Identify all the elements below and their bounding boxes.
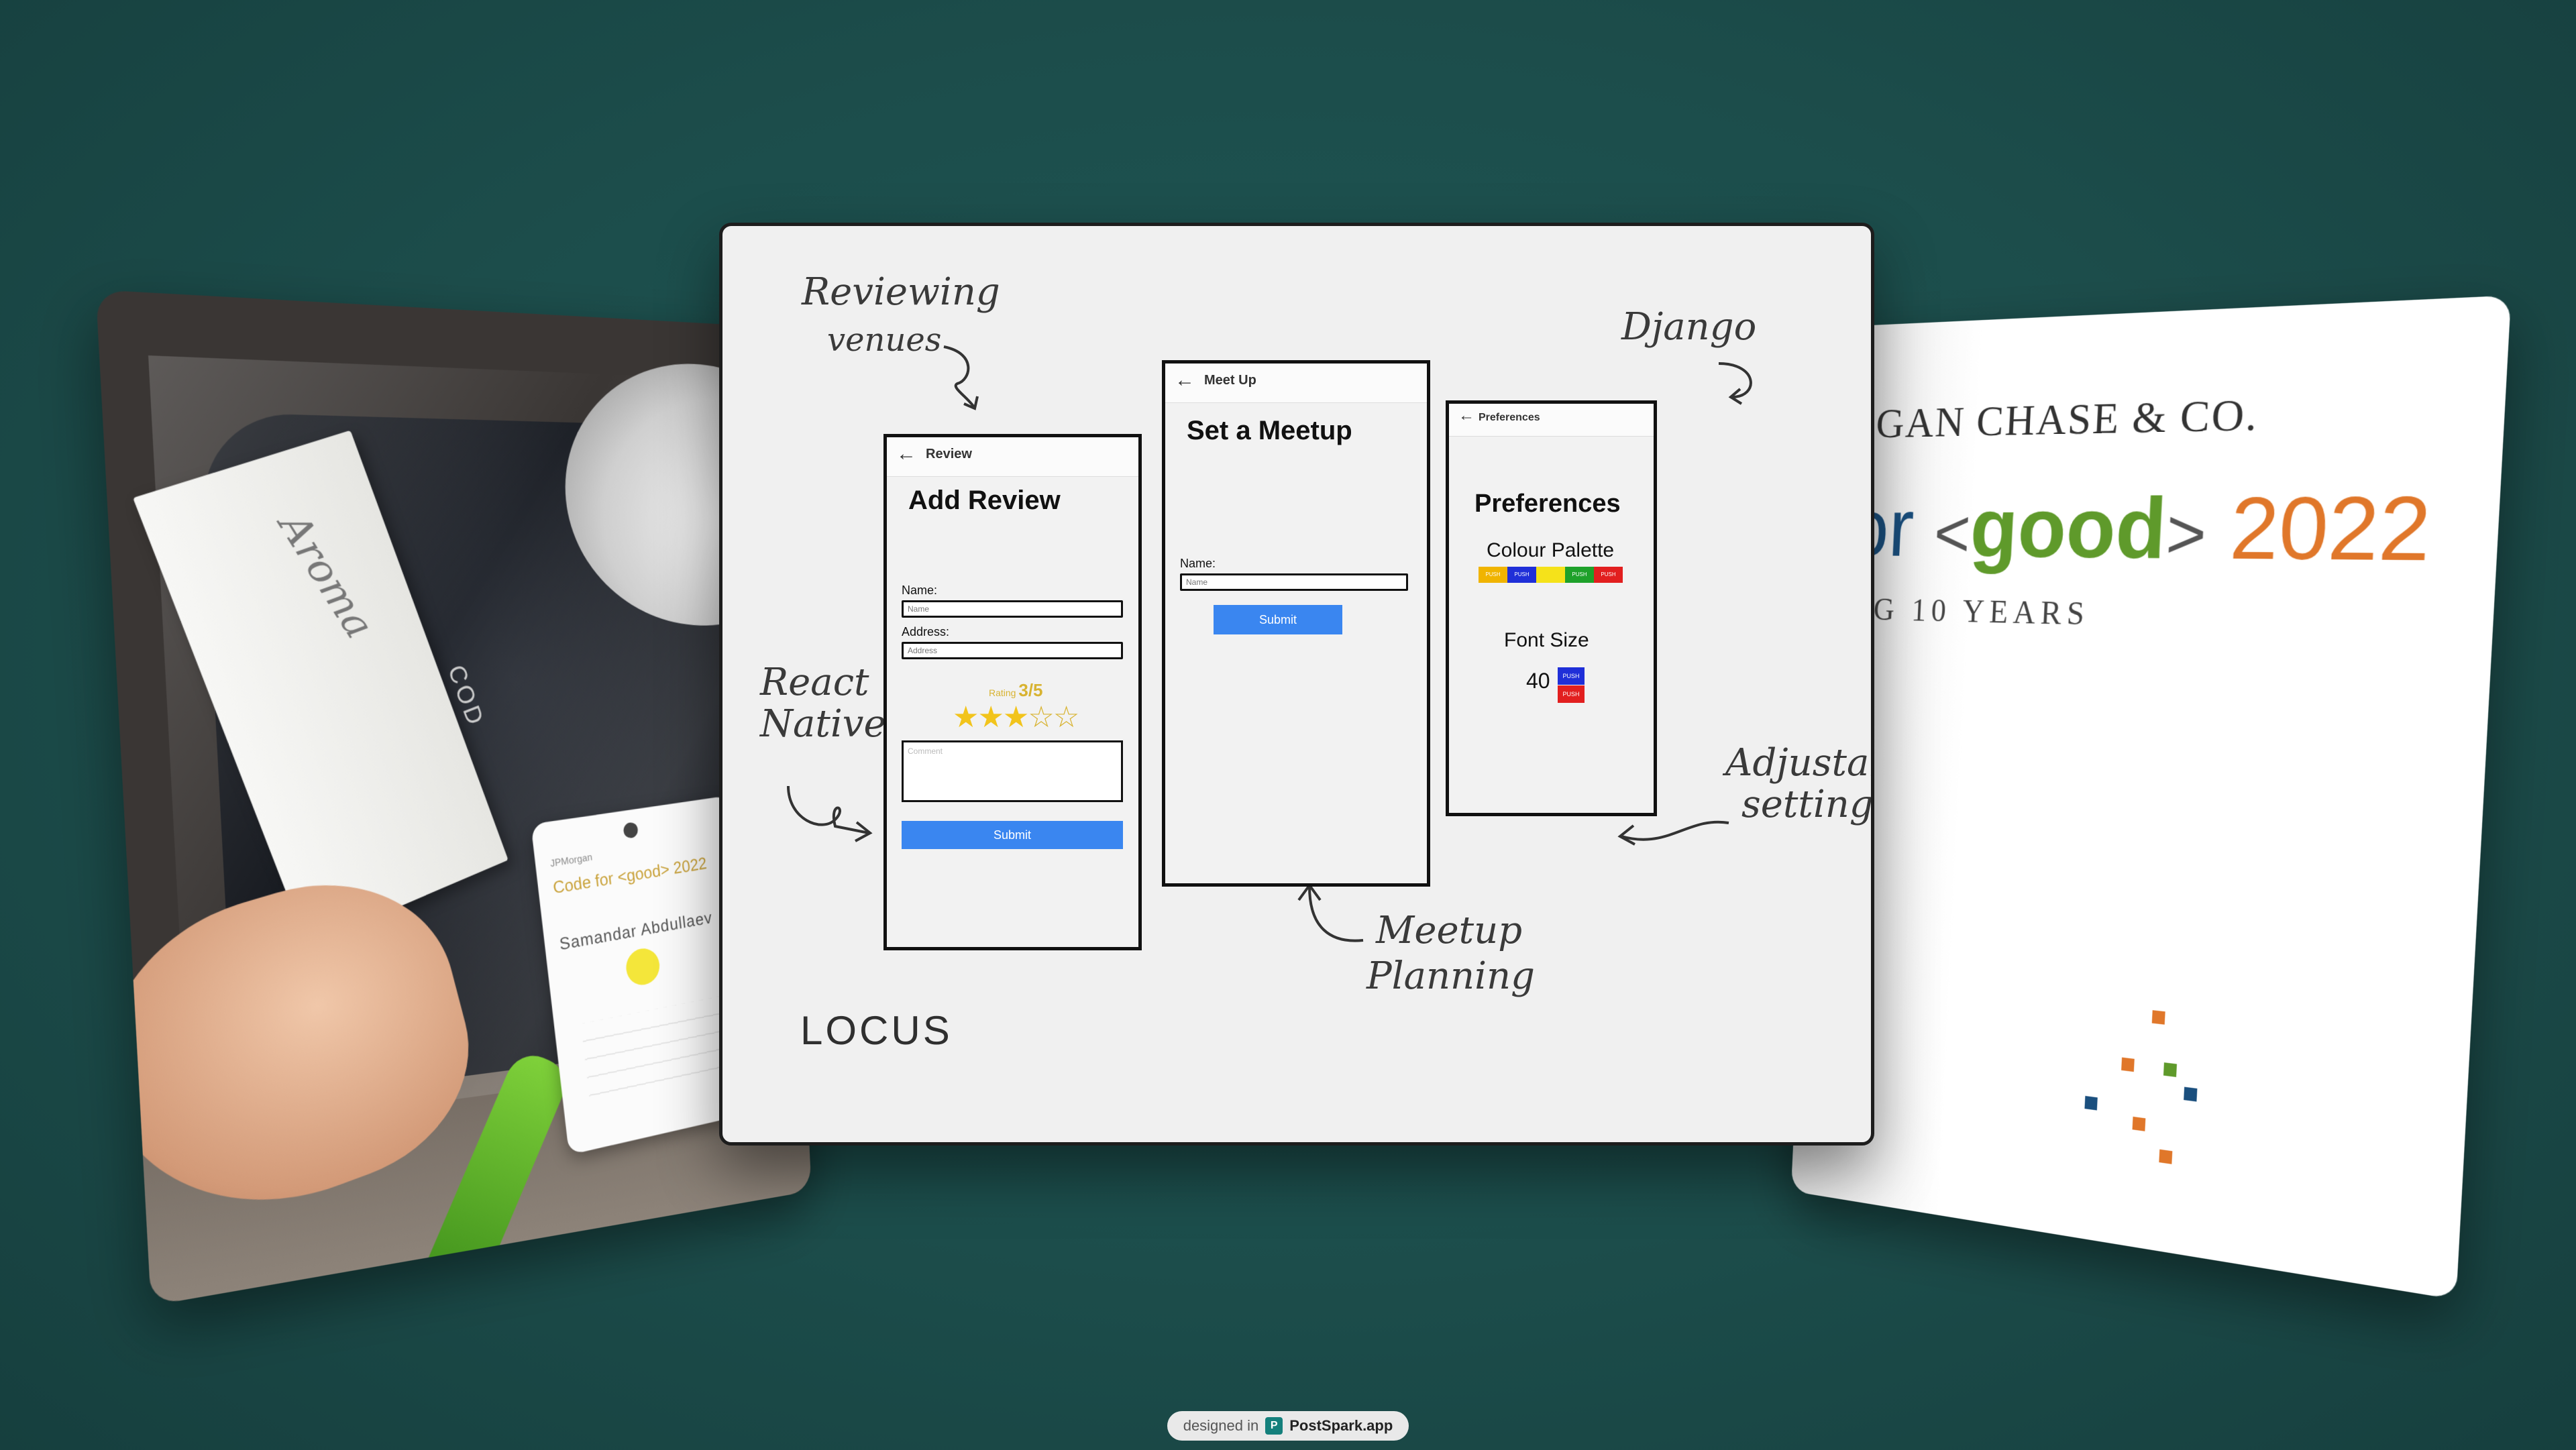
postspark-logo-icon: P bbox=[1265, 1417, 1283, 1435]
decor-square bbox=[2132, 1116, 2146, 1131]
review-address-input[interactable] bbox=[902, 642, 1123, 659]
meetup-header-title: Meet Up bbox=[1204, 373, 1256, 388]
review-submit-button[interactable]: Submit bbox=[902, 821, 1123, 849]
swatch-button[interactable]: PUSH bbox=[1479, 567, 1507, 583]
review-name-label: Name: bbox=[902, 583, 938, 597]
tagline-open-bracket: < bbox=[1932, 496, 1972, 571]
note-line: Native bbox=[760, 702, 886, 746]
swatch-button[interactable]: PUSH bbox=[1507, 567, 1536, 583]
back-arrow-icon[interactable]: ← bbox=[1458, 406, 1474, 425]
font-size-increase-button[interactable]: PUSH bbox=[1558, 667, 1585, 685]
font-size-value: 40 bbox=[1526, 669, 1550, 693]
gift-box-brand: Aroma bbox=[269, 504, 383, 647]
tagline-good: good bbox=[1968, 480, 2169, 577]
note-django: Django bbox=[1621, 305, 1757, 349]
meetup-name-label: Name: bbox=[1180, 557, 1216, 570]
review-title: Add Review bbox=[908, 486, 1061, 515]
postspark-footer-badge[interactable]: designed in P PostSpark.app bbox=[1167, 1411, 1409, 1441]
decor-square bbox=[2159, 1149, 2173, 1164]
note-line: Planning bbox=[1366, 954, 1535, 998]
badge-name: Samandar Abdullaev bbox=[558, 908, 714, 954]
badge-company: JPMorgan bbox=[549, 850, 593, 869]
swatch-button[interactable] bbox=[1536, 567, 1565, 583]
star-filled-icon[interactable]: ★ bbox=[1003, 701, 1029, 734]
review-header: ← Review bbox=[887, 437, 1138, 477]
arrow-reviewing-icon bbox=[943, 345, 979, 410]
review-rating-text: Rating 3/5 bbox=[989, 680, 1043, 701]
meetup-submit-button[interactable]: Submit bbox=[1214, 605, 1342, 634]
review-address-label: Address: bbox=[902, 625, 950, 638]
locus-brand: LOCUS bbox=[800, 1008, 953, 1053]
star-filled-icon[interactable]: ★ bbox=[953, 701, 979, 734]
badge-fine-print bbox=[580, 995, 735, 1108]
star-filled-icon[interactable]: ★ bbox=[977, 701, 1004, 734]
badge-yellow-dot bbox=[624, 946, 661, 988]
swatch-button[interactable]: PUSH bbox=[1594, 567, 1623, 583]
note-line: Meetup bbox=[1376, 909, 1523, 952]
footer-brand: PostSpark.app bbox=[1289, 1417, 1393, 1434]
meetup-title: Set a Meetup bbox=[1187, 416, 1352, 445]
tagline-year: 2022 bbox=[2228, 478, 2434, 581]
review-comment-input[interactable]: Comment bbox=[902, 740, 1123, 802]
badge-hole bbox=[623, 821, 639, 839]
preferences-header: ← Preferences bbox=[1449, 404, 1654, 437]
note-adjustable-settings: Adjustable settings bbox=[1725, 741, 1874, 826]
meetup-screen: ← Meet Up Set a Meetup Name: Submit bbox=[1162, 360, 1430, 887]
event-tagline: for <good> 2022 bbox=[1826, 477, 2433, 582]
preferences-title: Preferences bbox=[1474, 490, 1621, 518]
center-app-mockup-card: Reviewing venues Django React Native Adj… bbox=[719, 223, 1874, 1146]
note-react-native: React Native bbox=[760, 662, 886, 744]
tagline-close-bracket: > bbox=[2164, 495, 2208, 574]
right-event-card: GAN CHASE & CO. for <good> 2022 G 10 YEA… bbox=[1790, 295, 2512, 1300]
font-size-label: Font Size bbox=[1504, 629, 1589, 651]
rating-label: Rating bbox=[989, 687, 1019, 698]
decor-square bbox=[2084, 1096, 2098, 1111]
decor-square bbox=[2151, 1010, 2165, 1025]
note-line: React bbox=[760, 661, 869, 704]
arrow-django-icon bbox=[1718, 362, 1752, 405]
swatch-button[interactable]: PUSH bbox=[1565, 567, 1594, 583]
left-photo-card: Aroma COD JPMorgan Code for <good> 2022 … bbox=[95, 289, 812, 1306]
meetup-header: ← Meet Up bbox=[1165, 364, 1427, 403]
decor-square bbox=[2121, 1057, 2135, 1072]
note-line: Adjustable bbox=[1725, 741, 1871, 785]
preferences-header-title: Preferences bbox=[1479, 412, 1540, 423]
preferences-screen: ← Preferences Preferences Colour Palette… bbox=[1446, 400, 1657, 816]
star-empty-icon[interactable]: ☆ bbox=[1028, 701, 1054, 734]
back-arrow-icon[interactable]: ← bbox=[1175, 369, 1195, 392]
note-line: settings bbox=[1741, 782, 1874, 826]
colour-palette-label: Colour Palette bbox=[1487, 539, 1615, 561]
font-size-decrease-button[interactable]: PUSH bbox=[1558, 685, 1585, 703]
decor-square bbox=[2163, 1062, 2178, 1077]
arrow-meetup-icon bbox=[1297, 883, 1364, 942]
note-meetup-planning: Meetup Planning bbox=[1366, 910, 1535, 997]
back-arrow-icon[interactable]: ← bbox=[896, 443, 916, 465]
meetup-name-input[interactable] bbox=[1180, 573, 1408, 591]
colour-palette-swatches: PUSH PUSH PUSH PUSH bbox=[1479, 567, 1623, 583]
star-empty-icon[interactable]: ☆ bbox=[1053, 701, 1079, 734]
review-screen: ← Review Add Review Name: Address: Ratin… bbox=[883, 434, 1142, 950]
event-company: GAN CHASE & CO. bbox=[1875, 390, 2260, 447]
footer-prefix: designed in bbox=[1183, 1417, 1259, 1434]
arrow-react-native-icon bbox=[787, 785, 873, 842]
review-name-input[interactable] bbox=[902, 600, 1123, 618]
rating-stars[interactable]: ★★★☆☆ bbox=[953, 700, 1079, 734]
decor-square bbox=[2184, 1086, 2198, 1102]
note-line: Reviewing bbox=[802, 270, 1000, 314]
event-years: G 10 YEARS bbox=[1872, 592, 2091, 632]
rating-value: 3/5 bbox=[1018, 680, 1043, 700]
review-header-title: Review bbox=[926, 447, 972, 461]
